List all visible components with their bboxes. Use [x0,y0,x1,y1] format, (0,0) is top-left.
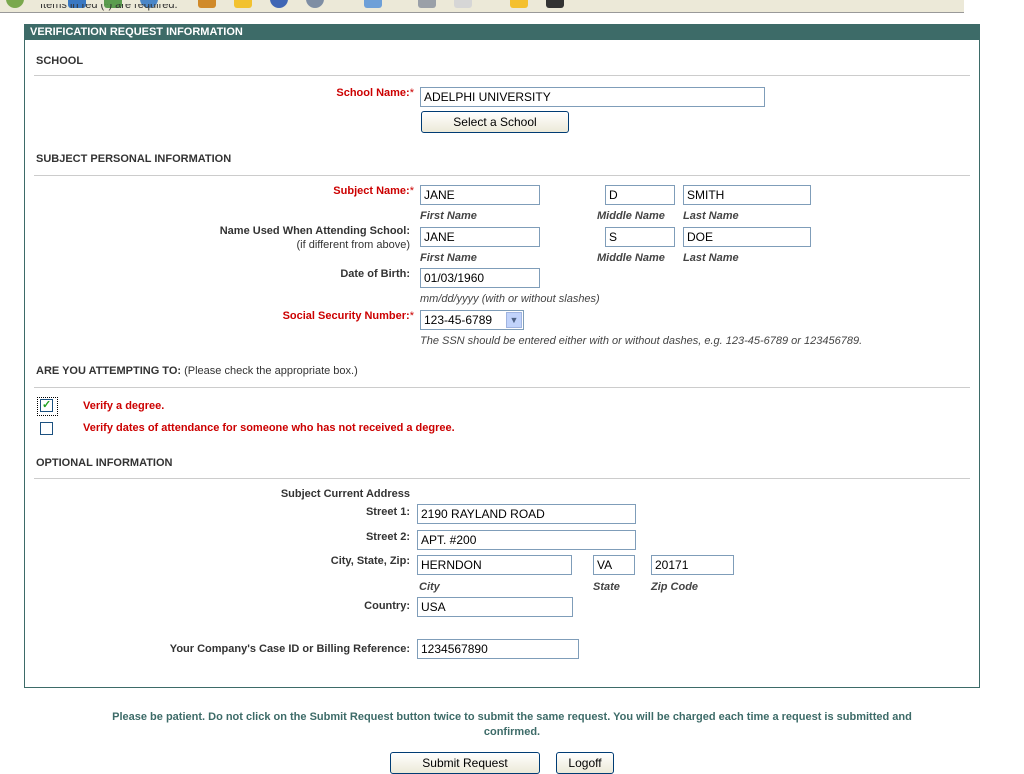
submit-request-button[interactable]: Submit Request [390,752,540,774]
street2-input[interactable]: APT. #200 [417,530,636,550]
country-label: Country: [364,600,410,612]
street1-label: Street 1: [365,506,410,518]
submit-notice: Please be patient. Do not click on the S… [0,710,1024,740]
folder-icon[interactable] [364,0,382,8]
dob-hint: mm/dd/yyyy (with or without slashes) [420,293,600,305]
form-banner: VERIFICATION REQUEST INFORMATION [25,25,979,40]
zip-input[interactable]: 20171 [651,555,734,575]
alt-name-sublabel: (if different from above) [296,239,410,251]
divider [34,175,970,176]
messenger-icon[interactable] [546,0,564,8]
alt-first-name-input[interactable]: JANE [420,227,540,247]
dob-label: Date of Birth: [340,268,410,280]
verify-degree-checkbox[interactable] [40,398,53,412]
street1-input[interactable]: 2190 RAYLAND ROAD [417,504,636,524]
first-name-caption: First Name [420,210,477,222]
street2-label: Street 2: [365,531,410,543]
select-school-button[interactable]: Select a School [421,111,569,133]
alt-last-name-input[interactable]: DOE [683,227,811,247]
ssn-label: Social Security Number:* [282,310,414,322]
divider [34,387,970,388]
divider [34,478,970,479]
country-input[interactable]: USA [417,597,573,617]
chevron-down-icon[interactable]: ▼ [506,312,522,328]
submit-notice-line1: Please be patient. Do not click on the S… [112,711,912,723]
alt-middle-name-caption: Middle Name [597,252,665,264]
subject-name-label: Subject Name:* [333,185,414,197]
section-optional: OPTIONAL INFORMATION [36,457,173,469]
ssn-input[interactable]: 123-45-6789 ▼ [420,310,524,330]
submit-notice-line2: confirmed. [483,726,541,738]
back-icon[interactable] [6,0,24,8]
school-name-label: School Name:* [336,87,414,99]
school-name-input[interactable]: ADELPHI UNIVERSITY [420,87,765,107]
first-name-input[interactable]: JANE [420,185,540,205]
favorites-icon[interactable] [234,0,252,8]
middle-name-caption: Middle Name [597,210,665,222]
note-icon[interactable] [510,0,528,8]
city-input[interactable]: HERNDON [417,555,572,575]
logoff-button[interactable]: Logoff [556,752,614,774]
required-note: Items in red (*) are required. [40,4,178,11]
zip-caption: Zip Code [651,581,699,593]
state-input[interactable]: VA [593,555,635,575]
history-icon[interactable] [306,0,324,8]
middle-name-input[interactable]: D [605,185,675,205]
ssn-hint: The SSN should be entered either with or… [420,335,863,347]
case-id-label: Your Company's Case ID or Billing Refere… [169,643,410,655]
alt-first-name-caption: First Name [420,252,477,264]
verify-degree-label[interactable]: Verify a degree. [83,400,164,412]
verification-form: VERIFICATION REQUEST INFORMATION SCHOOL … [24,24,980,688]
section-school: SCHOOL [36,55,84,67]
divider [34,75,970,76]
alt-last-name-caption: Last Name [683,252,739,264]
alt-name-label: Name Used When Attending School: [219,225,410,237]
section-attempt-title: ARE YOU ATTEMPTING TO: [36,365,182,377]
verify-attendance-label[interactable]: Verify dates of attendance for someone w… [83,422,455,434]
section-subject: SUBJECT PERSONAL INFORMATION [36,153,232,165]
print-icon[interactable] [418,0,436,8]
edit-icon[interactable] [198,0,216,8]
dob-input[interactable]: 01/03/1960 [420,268,540,288]
case-id-input[interactable]: 1234567890 [417,639,579,659]
ssn-value: 123-45-6789 [424,313,493,327]
section-attempt-note: (Please check the appropriate box.) [184,365,358,377]
verify-attendance-checkbox[interactable] [40,422,53,435]
city-caption: City [419,581,440,593]
address-label: Subject Current Address [280,488,410,500]
section-attempt: ARE YOU ATTEMPTING TO: (Please check the… [36,365,358,377]
media-icon[interactable] [270,0,288,8]
last-name-caption: Last Name [683,210,739,222]
alt-middle-name-input[interactable]: S [605,227,675,247]
last-name-input[interactable]: SMITH [683,185,811,205]
mail-icon[interactable] [454,0,472,8]
city-state-zip-label: City, State, Zip: [330,555,410,567]
state-caption: State [593,581,620,593]
